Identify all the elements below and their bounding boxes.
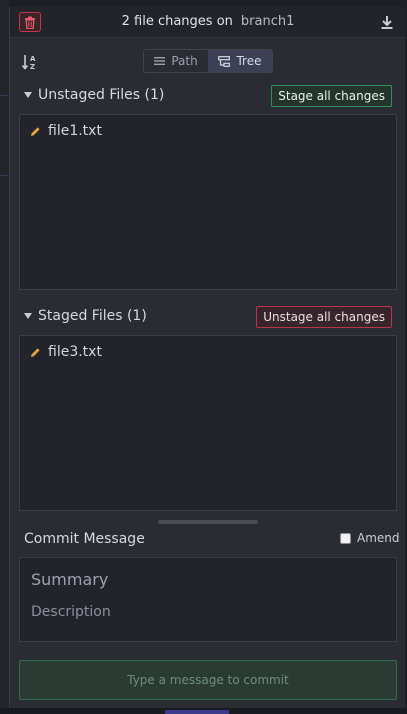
commit-message-box: Summary Description	[19, 557, 397, 642]
commit-button[interactable]: Type a message to commit	[19, 660, 397, 700]
staged-section-header[interactable]: Staged Files (1) Unstage all changes	[10, 305, 406, 329]
trash-icon	[25, 16, 35, 29]
caret-down-icon	[24, 92, 32, 98]
view-mode-toggle: Path Tree	[143, 49, 273, 73]
unstaged-section-title: Unstaged Files (1)	[38, 87, 165, 103]
unstage-all-button[interactable]: Unstage all changes	[256, 306, 392, 328]
sort-az-icon[interactable]: A Z	[21, 53, 39, 71]
amend-checkbox[interactable]: Amend	[340, 531, 400, 545]
path-view-button[interactable]: Path	[144, 50, 208, 72]
tree-view-label: Tree	[236, 54, 262, 68]
staged-file-list: file3.txt	[19, 335, 397, 511]
branch-name: branch1	[240, 14, 295, 29]
unstaged-file-name: file1.txt	[48, 123, 102, 139]
path-view-label: Path	[171, 54, 198, 68]
summary-input[interactable]: Summary	[31, 570, 108, 589]
description-input[interactable]: Description	[31, 604, 111, 620]
commit-message-label: Commit Message	[24, 531, 145, 547]
unstaged-file-list: file1.txt	[19, 114, 397, 290]
unstaged-file-item[interactable]: file1.txt	[30, 121, 102, 141]
tree-view-button[interactable]: Tree	[208, 50, 272, 72]
panel-header: 2 file changes on branch1	[10, 7, 406, 38]
header-title: 2 file changes on branch1	[10, 7, 406, 37]
unstaged-section-header[interactable]: Unstaged Files (1) Stage all changes	[10, 84, 406, 108]
staged-file-name: file3.txt	[48, 344, 102, 360]
staged-file-item[interactable]: file3.txt	[30, 342, 102, 362]
amend-checkbox-box[interactable]	[340, 532, 351, 544]
background-tab	[165, 710, 229, 714]
staged-section-title: Staged Files (1)	[38, 308, 147, 324]
commit-button-label: Type a message to commit	[127, 673, 289, 687]
discard-all-button[interactable]	[19, 12, 41, 32]
changes-count-label: 2 file changes on	[121, 14, 233, 29]
background-bottom-strip	[0, 708, 407, 714]
tree-icon	[218, 55, 231, 67]
download-icon[interactable]	[379, 14, 395, 30]
list-icon	[154, 57, 166, 65]
svg-text:Z: Z	[30, 63, 35, 71]
background-left-strip	[0, 0, 9, 714]
caret-down-icon	[24, 313, 32, 319]
resize-handle[interactable]	[158, 520, 258, 524]
pencil-icon	[31, 126, 40, 136]
changes-panel: 2 file changes on branch1 A Z Path Tree …	[9, 7, 406, 708]
amend-label: Amend	[357, 531, 400, 545]
svg-text:A: A	[30, 55, 36, 63]
pencil-icon	[31, 347, 40, 357]
stage-all-button[interactable]: Stage all changes	[271, 85, 392, 107]
